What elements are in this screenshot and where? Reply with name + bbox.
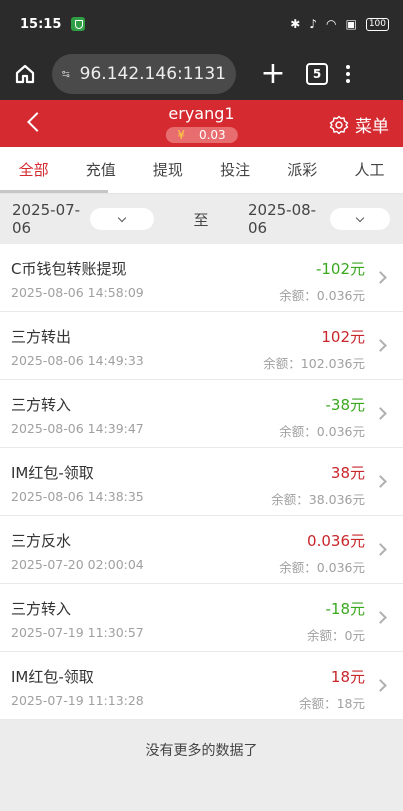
back-arrow-icon[interactable]: [27, 112, 47, 132]
menu-label: 菜单: [355, 117, 389, 137]
site-settings-icon[interactable]: [62, 66, 70, 82]
transaction-row[interactable]: C币钱包转账提现 2025-08-06 14:58:09 -102元 余额：0.…: [0, 244, 403, 312]
transaction-time: 2025-07-19 11:13:28: [11, 693, 144, 708]
transaction-amount: -102元: [315, 260, 365, 278]
app-header: eryang1 ¥ 0.03 菜单: [0, 100, 403, 147]
no-more-data-text: 没有更多的数据了: [145, 743, 258, 759]
chevron-right-icon: [374, 611, 387, 624]
tab-indicator: [0, 190, 108, 193]
transaction-amount: 18元: [330, 668, 365, 686]
home-icon: [15, 64, 35, 84]
transaction-amount: 102元: [321, 328, 365, 346]
transaction-row[interactable]: 三方转入 2025-08-06 14:39:47 -38元 余额：0.036元: [0, 380, 403, 448]
transaction-list: C币钱包转账提现 2025-08-06 14:58:09 -102元 余额：0.…: [0, 244, 403, 720]
transaction-title: 三方转入: [11, 396, 72, 414]
transaction-time: 2025-08-06 14:39:47: [11, 421, 144, 436]
end-date-dropdown[interactable]: [330, 208, 390, 230]
start-date[interactable]: 2025-07-06: [12, 201, 90, 237]
screen-icon: ▣: [345, 17, 357, 31]
chevron-right-icon: [374, 407, 387, 420]
balance-badge: ¥ 0.03: [165, 127, 238, 143]
tab-bet[interactable]: 投注: [202, 147, 269, 194]
tab-payout[interactable]: 派彩: [269, 147, 336, 194]
chevron-right-icon: [374, 679, 387, 692]
chevron-right-icon: [374, 475, 387, 488]
transaction-amount: -18元: [325, 600, 366, 618]
home-button[interactable]: [12, 61, 38, 87]
transaction-title: 三方转出: [11, 328, 72, 346]
transaction-balance: 余额：0.036元: [279, 424, 365, 439]
transaction-title: 三方反水: [11, 532, 72, 550]
status-icons: ✱ ♪ ◠ ▣ 100: [290, 17, 389, 31]
transaction-row[interactable]: 三方转出 2025-08-06 14:49:33 102元 余额：102.036…: [0, 312, 403, 380]
end-date[interactable]: 2025-08-06: [248, 201, 330, 237]
transaction-row[interactable]: IM红包-领取 2025-08-06 14:38:35 38元 余额：38.03…: [0, 448, 403, 516]
transaction-time: 2025-08-06 14:38:35: [11, 489, 144, 504]
transaction-balance: 余额：0.036元: [279, 288, 365, 303]
mute-vibrate-icon: ♪: [309, 17, 317, 31]
transaction-time: 2025-07-20 02:00:04: [11, 557, 144, 572]
transaction-balance: 余额：102.036元: [263, 356, 365, 371]
transaction-row[interactable]: IM红包-领取 2025-07-19 11:13:28 18元 余额：18元: [0, 652, 403, 720]
transaction-title: IM红包-领取: [11, 668, 94, 686]
address-bar[interactable]: 96.142.146:1131: [52, 54, 236, 94]
wifi-icon: ◠: [325, 17, 337, 31]
menu-button[interactable]: 菜单: [329, 112, 389, 137]
battery-icon: 100: [365, 17, 389, 31]
tab-switcher-button[interactable]: 5: [306, 63, 328, 85]
tab-deposit[interactable]: 充值: [67, 147, 134, 194]
chevron-down-icon: [355, 213, 365, 222]
bluetooth-icon: ✱: [290, 17, 301, 31]
transaction-time: 2025-08-06 14:58:09: [11, 285, 144, 300]
chevron-right-icon: [374, 271, 387, 284]
chevron-right-icon: [374, 543, 387, 556]
category-tabs: 全部 充值 提现 投注 派彩 人工: [0, 147, 403, 194]
transaction-balance: 余额：38.036元: [271, 492, 365, 507]
url-text: 96.142.146:1131: [79, 64, 226, 84]
chevron-right-icon: [374, 339, 387, 352]
transaction-title: IM红包-领取: [11, 464, 94, 482]
start-date-dropdown[interactable]: [90, 208, 154, 230]
new-tab-button[interactable]: +: [260, 59, 286, 89]
clock: 15:15: [20, 16, 62, 32]
date-separator: 至: [193, 210, 209, 229]
transaction-balance: 余额：18元: [299, 696, 365, 711]
transaction-amount: -38元: [325, 396, 366, 414]
transaction-balance: 余额：0.036元: [279, 560, 365, 575]
username: eryang1: [168, 104, 235, 123]
shield-icon: [71, 17, 86, 31]
date-filter: 2025-07-06 至 2025-08-06: [0, 194, 403, 244]
gear-icon: [329, 115, 349, 134]
tab-manual[interactable]: 人工: [336, 147, 403, 194]
status-bar: 15:15 ✱ ♪ ◠ ▣ 100: [0, 0, 403, 48]
tab-all[interactable]: 全部: [0, 147, 67, 194]
transaction-time: 2025-07-19 11:30:57: [11, 625, 144, 640]
transaction-row[interactable]: 三方转入 2025-07-19 11:30:57 -18元 余额：0元: [0, 584, 403, 652]
transaction-title: 三方转入: [11, 600, 72, 618]
transaction-amount: 0.036元: [307, 532, 365, 550]
transaction-title: C币钱包转账提现: [11, 260, 127, 278]
transaction-time: 2025-08-06 14:49:33: [11, 353, 144, 368]
yen-icon: ¥: [177, 128, 185, 142]
chevron-down-icon: [117, 213, 127, 222]
transaction-amount: 38元: [330, 464, 365, 482]
balance-value: 0.03: [198, 128, 226, 142]
tab-withdraw[interactable]: 提现: [134, 147, 201, 194]
browser-toolbar: 96.142.146:1131 + 5: [0, 48, 403, 100]
transaction-row[interactable]: 三方反水 2025-07-20 02:00:04 0.036元 余额：0.036…: [0, 516, 403, 584]
browser-menu-icon[interactable]: [346, 65, 350, 83]
user-info: eryang1 ¥ 0.03: [165, 104, 238, 143]
transaction-balance: 余额：0元: [307, 628, 365, 643]
